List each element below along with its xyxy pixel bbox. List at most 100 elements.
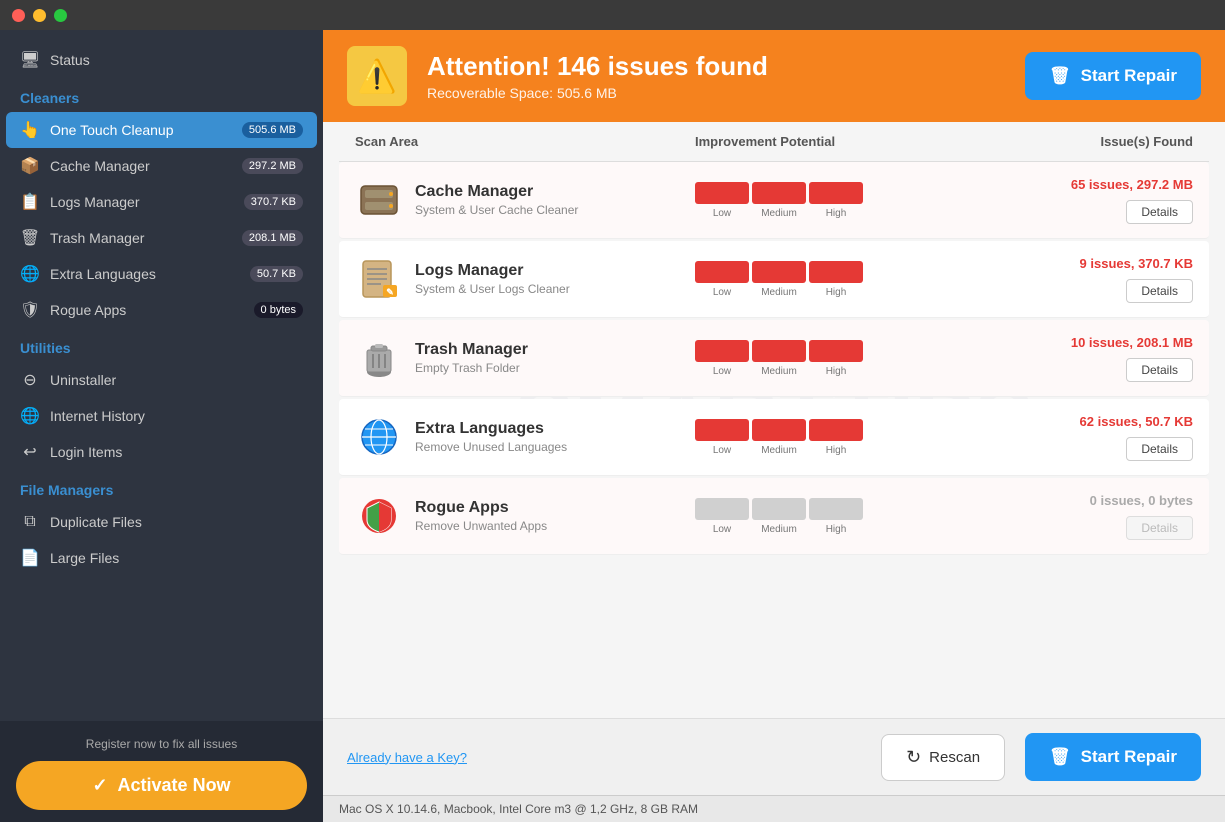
sidebar-bottom: Register now to fix all issues ✓ Activat…: [0, 721, 323, 822]
sidebar-item-badge: 50.7 KB: [250, 266, 303, 282]
table-row: Cache Manager System & User Cache Cleane…: [339, 162, 1209, 239]
login-icon: ↩: [20, 442, 40, 462]
globe-icon: 🌐: [20, 264, 40, 284]
cache-manager-desc: System & User Cache Cleaner: [415, 203, 578, 217]
rescan-button[interactable]: ↻ Rescan: [881, 734, 1005, 781]
sidebar-item-rogue-apps[interactable]: 🛡 Rogue Apps 0 bytes: [0, 292, 323, 328]
rogue-apps-desc: Remove Unwanted Apps: [415, 519, 547, 533]
extra-languages-name: Extra Languages: [415, 420, 567, 438]
sidebar-item-status[interactable]: 🖥 Status: [0, 42, 323, 78]
table-row: Extra Languages Remove Unused Languages …: [339, 399, 1209, 476]
sidebar-item-label: Large Files: [50, 550, 119, 566]
sidebar-item-label: Uninstaller: [50, 372, 116, 388]
cache-details-button[interactable]: Details: [1126, 200, 1193, 224]
cache-issue-count: 65 issues, 297.2 MB: [1071, 177, 1193, 192]
sidebar-item-badge: 505.6 MB: [242, 122, 303, 138]
activate-now-button[interactable]: ✓ Activate Now: [16, 761, 307, 810]
trash-improvement-bar: Low Medium High: [695, 340, 973, 377]
bar-label-low: Low: [695, 287, 749, 298]
bar-label-high: High: [809, 445, 863, 456]
rogue-apps-icon: [355, 492, 403, 540]
activate-label: Activate Now: [118, 775, 231, 796]
sidebar-item-large-files[interactable]: 📄 Large Files: [0, 540, 323, 576]
bar-label-high: High: [809, 524, 863, 535]
logs-details-button[interactable]: Details: [1126, 279, 1193, 303]
logs-improvement-bar: Low Medium High: [695, 261, 973, 298]
repair-icon-bottom: 🗑: [1049, 747, 1071, 767]
sidebar-item-uninstaller[interactable]: ⊖ Uninstaller: [0, 362, 323, 398]
bar-label-high: High: [809, 287, 863, 298]
logs-icon: 📋: [20, 192, 40, 212]
bar-low: [695, 261, 749, 283]
sidebar-item-label: Login Items: [50, 444, 122, 460]
col-improvement: Improvement Potential: [695, 134, 973, 149]
sidebar-item-duplicate-files[interactable]: ⧉ Duplicate Files: [0, 504, 323, 540]
start-repair-label-bottom: Start Repair: [1081, 747, 1177, 767]
sidebar-item-login-items[interactable]: ↩ Login Items: [0, 434, 323, 470]
extra-languages-improvement-bar: Low Medium High: [695, 419, 973, 456]
trash-manager-name: Trash Manager: [415, 341, 528, 359]
main-content: ⚠️ Attention! 146 issues found Recoverab…: [323, 30, 1225, 822]
alert-subtitle: Recoverable Space: 505.6 MB: [427, 85, 1005, 101]
sidebar-item-one-touch-cleanup[interactable]: 👆 One Touch Cleanup 505.6 MB: [6, 112, 317, 148]
refresh-icon: ↻: [906, 747, 921, 768]
bar-label-high: High: [809, 366, 863, 377]
cache-manager-icon: [355, 176, 403, 224]
rogue-apps-issues: 0 issues, 0 bytes Details: [973, 493, 1193, 540]
extra-languages-issues: 62 issues, 50.7 KB Details: [973, 414, 1193, 461]
logs-issue-count: 9 issues, 370.7 KB: [1080, 256, 1193, 271]
scan-info-extra-languages: Extra Languages Remove Unused Languages: [355, 413, 695, 461]
bar-high: [809, 419, 863, 441]
monitor-icon: 🖥: [20, 50, 40, 70]
sidebar-status-label: Status: [50, 52, 90, 68]
sidebar-item-logs-manager[interactable]: 📋 Logs Manager 370.7 KB: [0, 184, 323, 220]
start-repair-button-top[interactable]: 🗑 Start Repair: [1025, 52, 1201, 100]
extra-languages-desc: Remove Unused Languages: [415, 440, 567, 454]
start-repair-button-bottom[interactable]: 🗑 Start Repair: [1025, 733, 1201, 781]
large-files-icon: 📄: [20, 548, 40, 568]
cache-improvement-bar: Low Medium High: [695, 182, 973, 219]
sidebar-item-label: Cache Manager: [50, 158, 150, 174]
trash-manager-desc: Empty Trash Folder: [415, 361, 528, 375]
bar-medium: [752, 182, 806, 204]
logs-manager-desc: System & User Logs Cleaner: [415, 282, 570, 296]
bar-low: [695, 498, 749, 520]
bar-medium: [752, 261, 806, 283]
sidebar-item-extra-languages[interactable]: 🌐 Extra Languages 50.7 KB: [0, 256, 323, 292]
bar-label-low: Low: [695, 208, 749, 219]
window-chrome: [0, 0, 1225, 30]
sidebar-item-cache-manager[interactable]: 📦 Cache Manager 297.2 MB: [0, 148, 323, 184]
shield-icon: 🛡: [20, 300, 40, 320]
sidebar-item-trash-manager[interactable]: 🗑 Trash Manager 208.1 MB: [0, 220, 323, 256]
already-have-key-link[interactable]: Already have a Key?: [347, 750, 861, 765]
bar-low: [695, 340, 749, 362]
trash-details-button[interactable]: Details: [1126, 358, 1193, 382]
scan-results-table: SMARTTIPS Scan Area Improvement Potentia…: [323, 122, 1225, 718]
status-bar: Mac OS X 10.14.6, Macbook, Intel Core m3…: [323, 795, 1225, 822]
bar-label-low: Low: [695, 445, 749, 456]
sidebar-item-internet-history[interactable]: 🌐 Internet History: [0, 398, 323, 434]
bar-label-medium: Medium: [752, 366, 806, 377]
trash-icon: 🗑: [20, 228, 40, 248]
sidebar-section-utilities: Utilities: [0, 328, 323, 362]
rogue-apps-details-button: Details: [1126, 516, 1193, 540]
bar-label-low: Low: [695, 366, 749, 377]
svg-text:✎: ✎: [386, 287, 394, 297]
minimize-button[interactable]: [33, 9, 46, 22]
hand-icon: 👆: [20, 120, 40, 140]
duplicate-icon: ⧉: [20, 512, 40, 532]
register-text: Register now to fix all issues: [16, 737, 307, 751]
bar-label-medium: Medium: [752, 287, 806, 298]
bar-medium: [752, 498, 806, 520]
cache-manager-name: Cache Manager: [415, 183, 578, 201]
table-row: Rogue Apps Remove Unwanted Apps Low Medi…: [339, 478, 1209, 555]
close-button[interactable]: [12, 9, 25, 22]
rogue-apps-name: Rogue Apps: [415, 499, 547, 517]
alert-text-area: Attention! 146 issues found Recoverable …: [427, 51, 1005, 101]
maximize-button[interactable]: [54, 9, 67, 22]
table-row: Trash Manager Empty Trash Folder Low Med…: [339, 320, 1209, 397]
sidebar-item-badge: 370.7 KB: [244, 194, 303, 210]
extra-languages-details-button[interactable]: Details: [1126, 437, 1193, 461]
bar-high: [809, 182, 863, 204]
bar-high: [809, 498, 863, 520]
